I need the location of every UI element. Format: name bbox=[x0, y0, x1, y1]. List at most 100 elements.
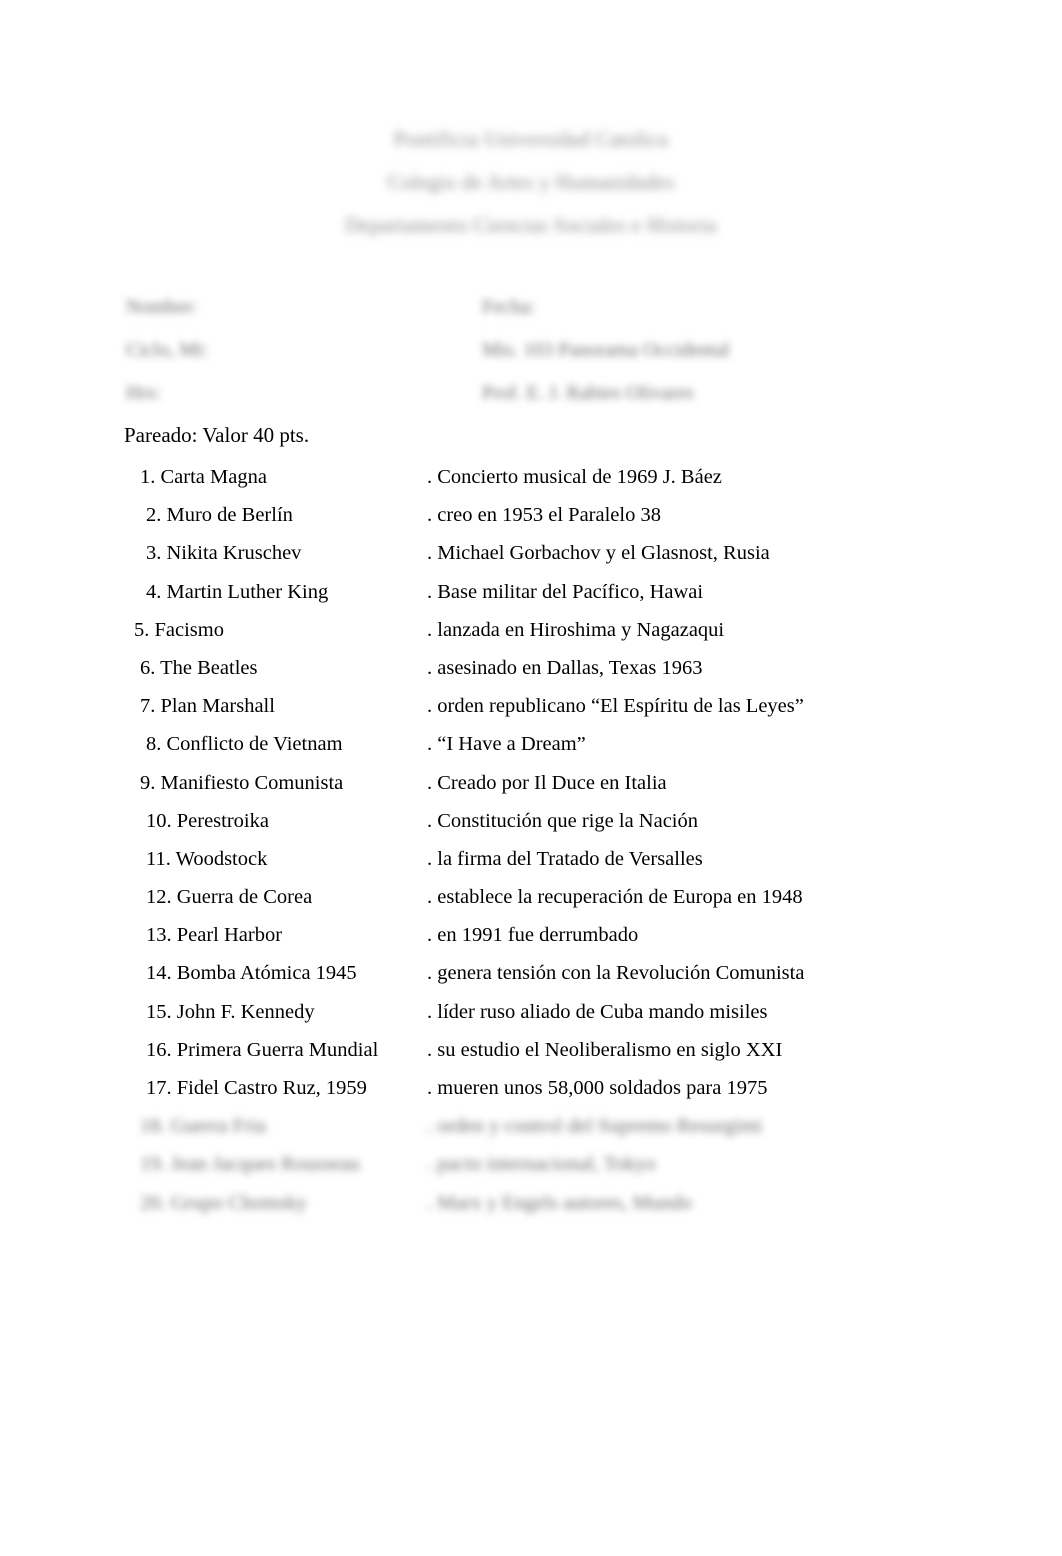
answer-blank[interactable] bbox=[120, 845, 142, 874]
option-item: . en 1991 fue derrumbado bbox=[427, 924, 639, 947]
option-letter bbox=[412, 654, 417, 683]
match-row: 20. Grupo Chomsky . Marx y Engels autore… bbox=[120, 1189, 1020, 1227]
answer-blank[interactable] bbox=[120, 883, 142, 912]
answer-blank[interactable] bbox=[120, 539, 142, 568]
option-item: . asesinado en Dallas, Texas 1963 bbox=[427, 656, 703, 679]
option-item: . orden republicano “El Espíritu de las … bbox=[427, 695, 804, 718]
answer-blank[interactable] bbox=[120, 463, 142, 492]
match-row: 1. Carta Magna . Concierto musical de 19… bbox=[120, 463, 1020, 501]
option-letter bbox=[412, 1150, 417, 1179]
answer-blank[interactable] bbox=[120, 1150, 142, 1179]
option-item: . Constitución que rige la Nación bbox=[427, 809, 698, 832]
match-row: 16. Primera Guerra Mundial . su estudio … bbox=[120, 1036, 1020, 1074]
answer-blank[interactable] bbox=[120, 654, 142, 683]
term-item: 19. Jean Jacques Rousseau bbox=[140, 1153, 360, 1176]
option-item: . Marx y Engels autores, Mundo bbox=[427, 1191, 692, 1214]
term-item: 11. Woodstock bbox=[146, 847, 268, 870]
match-row: 3. Nikita Kruschev . Michael Gorbachov y… bbox=[120, 539, 1020, 577]
option-item: . orden y control del Supremo Resurgimi bbox=[427, 1115, 762, 1138]
match-row: 6. The Beatles . asesinado en Dallas, Te… bbox=[120, 654, 1020, 692]
answer-blank[interactable] bbox=[120, 692, 142, 721]
option-letter bbox=[412, 921, 417, 950]
answer-blank[interactable] bbox=[120, 807, 142, 836]
label-horas: Hrs: bbox=[126, 382, 161, 404]
answer-blank[interactable] bbox=[120, 1036, 142, 1065]
match-row: 14. Bomba Atómica 1945 . genera tensión … bbox=[120, 959, 1020, 997]
document-page: Pontificia Universidad Catolica Colegio … bbox=[0, 0, 1062, 1556]
match-row: 5. Facismo . lanzada en Hiroshima y Naga… bbox=[120, 616, 1020, 654]
answer-blank[interactable] bbox=[120, 578, 142, 607]
term-item: 15. John F. Kennedy bbox=[146, 1000, 315, 1023]
option-letter bbox=[412, 1036, 417, 1065]
match-row: 12. Guerra de Corea . establece la recup… bbox=[120, 883, 1020, 921]
answer-blank[interactable] bbox=[120, 730, 142, 759]
term-item: 20. Grupo Chomsky bbox=[140, 1191, 307, 1214]
option-item: . Michael Gorbachov y el Glasnost, Rusia bbox=[427, 542, 770, 565]
label-profesor: Prof. E. J. Rabies Olivares bbox=[482, 382, 694, 404]
answer-blank[interactable] bbox=[120, 769, 142, 798]
label-fecha: Fecha: bbox=[482, 296, 536, 318]
option-item: . lanzada en Hiroshima y Nagazaqui bbox=[427, 618, 725, 641]
match-row: 19. Jean Jacques Rousseau . pacto intern… bbox=[120, 1150, 1020, 1188]
match-row: 18. Guerra Fria . orden y control del Su… bbox=[120, 1112, 1020, 1150]
label-nombre: Nombre: bbox=[126, 296, 198, 318]
option-letter bbox=[412, 883, 417, 912]
option-letter bbox=[412, 998, 417, 1027]
option-item: . la firma del Tratado de Versalles bbox=[427, 847, 703, 870]
header-line-1: Pontificia Universidad Catolica bbox=[393, 127, 669, 151]
answer-blank[interactable] bbox=[120, 959, 142, 988]
term-item: 2. Muro de Berlín bbox=[146, 504, 293, 527]
term-item: 13. Pearl Harbor bbox=[146, 924, 283, 947]
term-item: 10. Perestroika bbox=[146, 809, 269, 832]
form-row-cycle-course: Ciclo, Mi: Mis. 103 Panorama Occidental bbox=[126, 335, 956, 378]
match-row: 15. John F. Kennedy . líder ruso aliado … bbox=[120, 998, 1020, 1036]
option-item: . Base militar del Pacífico, Hawai bbox=[427, 580, 704, 603]
match-row: 11. Woodstock . la firma del Tratado de … bbox=[120, 845, 1020, 883]
form-row-hours-professor: Hrs: Prof. E. J. Rabies Olivares bbox=[126, 378, 956, 421]
answer-blank[interactable] bbox=[120, 1189, 142, 1218]
option-letter bbox=[412, 1074, 417, 1103]
match-row: 17. Fidel Castro Ruz, 1959 . mueren unos… bbox=[120, 1074, 1020, 1112]
option-letter bbox=[412, 845, 417, 874]
answer-blank[interactable] bbox=[120, 998, 142, 1027]
option-letter bbox=[412, 1189, 417, 1218]
match-row: 10. Perestroika . Constitución que rige … bbox=[120, 807, 1020, 845]
term-item: 6. The Beatles bbox=[140, 656, 258, 679]
term-item: 1. Carta Magna bbox=[140, 466, 267, 488]
option-letter bbox=[412, 501, 417, 530]
option-letter bbox=[412, 616, 417, 645]
term-item: 8. Conflicto de Vietnam bbox=[146, 733, 343, 756]
document-header: Pontificia Universidad Catolica Colegio … bbox=[0, 118, 1062, 247]
term-item: 4. Martin Luther King bbox=[146, 580, 329, 603]
answer-blank[interactable] bbox=[120, 501, 142, 530]
option-item: . su estudio el Neoliberalismo en siglo … bbox=[427, 1038, 783, 1061]
option-item: . establece la recuperación de Europa en… bbox=[427, 886, 803, 909]
match-row: 4. Martin Luther King . Base militar del… bbox=[120, 578, 1020, 616]
term-item: 16. Primera Guerra Mundial bbox=[146, 1038, 379, 1061]
option-item: . creo en 1953 el Paralelo 38 bbox=[427, 504, 661, 527]
term-item: 9. Manifiesto Comunista bbox=[140, 771, 344, 794]
answer-blank[interactable] bbox=[120, 1112, 142, 1141]
term-item: 17. Fidel Castro Ruz, 1959 bbox=[146, 1077, 367, 1099]
match-row: 2. Muro de Berlín . creo en 1953 el Para… bbox=[120, 501, 1020, 539]
term-item: 18. Guerra Fria bbox=[140, 1115, 266, 1138]
term-item: 5. Facismo bbox=[134, 618, 224, 641]
match-row: 7. Plan Marshall . orden republicano “El… bbox=[120, 692, 1020, 730]
option-item: . Concierto musical de 1969 J. Báez bbox=[427, 466, 722, 488]
form-row-name-date: Nombre: Fecha: bbox=[126, 292, 956, 335]
header-line-2: Colegio de Artes y Humanidades bbox=[387, 170, 675, 194]
option-letter bbox=[412, 959, 417, 988]
label-ciclo: Ciclo, Mi: bbox=[126, 339, 209, 361]
term-item: 12. Guerra de Corea bbox=[146, 886, 313, 909]
option-letter bbox=[412, 463, 417, 492]
option-item: . genera tensión con la Revolución Comun… bbox=[427, 962, 805, 985]
option-letter bbox=[412, 769, 417, 798]
option-item: . mueren unos 58,000 soldados para 1975 bbox=[427, 1077, 768, 1099]
term-item: 3. Nikita Kruschev bbox=[146, 542, 302, 565]
option-letter bbox=[412, 692, 417, 721]
option-item: . “I Have a Dream” bbox=[427, 733, 586, 756]
answer-blank[interactable] bbox=[120, 1074, 142, 1103]
term-item: 7. Plan Marshall bbox=[140, 695, 275, 718]
matching-list: 1. Carta Magna . Concierto musical de 19… bbox=[120, 463, 1020, 1227]
answer-blank[interactable] bbox=[120, 921, 142, 950]
